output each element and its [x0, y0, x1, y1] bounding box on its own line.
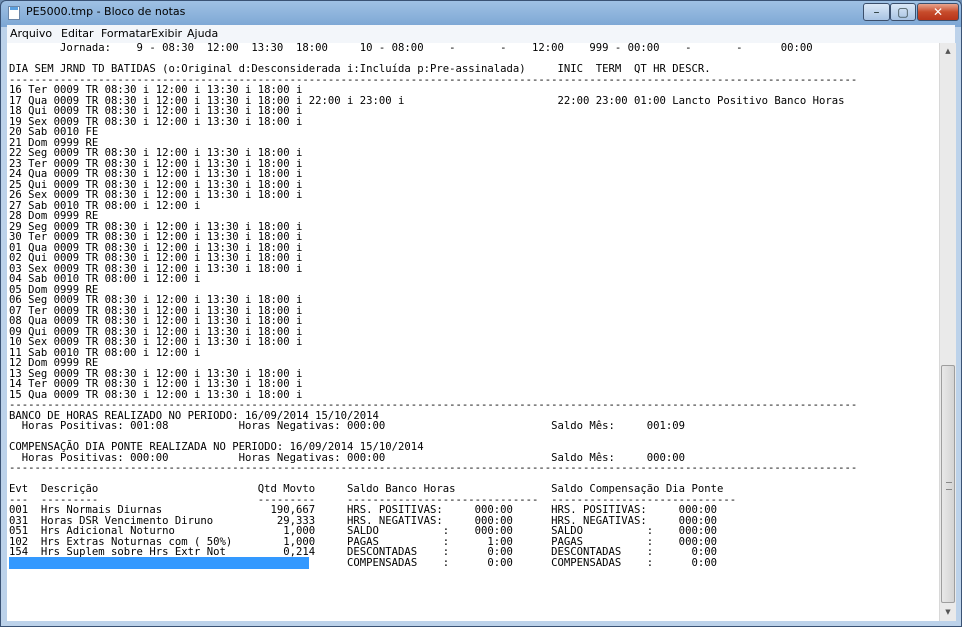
menu-ajuda[interactable]: Ajuda — [187, 27, 218, 40]
title-bar[interactable]: PE5000.tmp - Bloco de notas – ▢ ✕ — [1, 1, 961, 25]
text-line: Horas Positivas: 001:08 Horas Negativas:… — [9, 420, 686, 432]
text-line: COMPENSADAS : 0:00 COMPENSADAS : 0:00 — [9, 556, 717, 569]
selected-text[interactable] — [9, 556, 309, 569]
close-button[interactable]: ✕ — [917, 3, 959, 21]
scroll-up-icon[interactable]: ▲ — [940, 43, 956, 60]
text-line: ----------------------------------------… — [9, 462, 858, 474]
text-line: Jornada: 9 - 08:30 12:00 13:30 18:00 10 … — [9, 43, 813, 54]
text-editor[interactable]: Jornada: 9 - 08:30 12:00 13:30 18:00 10 … — [7, 43, 939, 621]
minimize-button[interactable]: – — [863, 3, 890, 21]
menu-arquivo[interactable]: Arquivo — [10, 27, 52, 40]
document-text[interactable]: Jornada: 9 - 08:30 12:00 13:30 18:00 10 … — [9, 43, 858, 569]
scrollbar-thumb[interactable] — [941, 365, 955, 603]
scroll-down-icon[interactable]: ▼ — [940, 604, 956, 621]
menu-editar[interactable]: Editar — [61, 27, 94, 40]
menu-formatar[interactable]: Formatar — [101, 27, 151, 40]
maximize-button[interactable]: ▢ — [890, 3, 916, 21]
menu-exibir[interactable]: Exibir — [151, 27, 182, 40]
vertical-scrollbar[interactable]: ▲ ▼ — [939, 43, 956, 621]
notepad-window: PE5000.tmp - Bloco de notas – ▢ ✕ Arquiv… — [0, 0, 962, 627]
window-title: PE5000.tmp - Bloco de notas — [26, 5, 186, 18]
notepad-icon — [8, 6, 20, 20]
grip-icon — [946, 482, 952, 490]
menu-bar: Arquivo Editar Formatar Exibir Ajuda — [7, 25, 955, 44]
